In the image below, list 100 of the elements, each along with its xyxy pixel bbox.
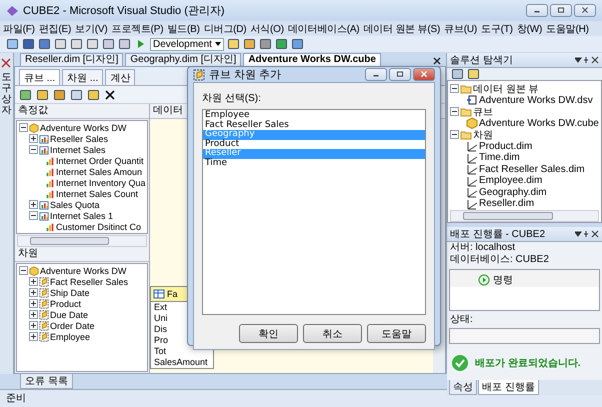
menu-item[interactable]: 도움말(H) — [546, 22, 589, 36]
tree-item[interactable]: 데이터 원본 뷰 — [473, 82, 539, 96]
document-tab[interactable]: Geography.dim [디자인] — [125, 53, 242, 66]
designer-tab[interactable]: 큐브 ... — [19, 69, 60, 85]
dialog-title: 큐브 차원 추가 — [209, 68, 282, 82]
dialog-button[interactable]: 확인 — [239, 324, 298, 343]
table-column: Pro — [151, 335, 213, 346]
tree-item[interactable]: Sales Quota — [50, 200, 100, 210]
axis-icon — [466, 198, 478, 210]
tree-item[interactable]: Customer Dsitinct Co — [56, 222, 142, 232]
dimension-icon — [39, 310, 49, 320]
expand-icon[interactable] — [29, 299, 38, 308]
collapse-icon[interactable] — [450, 107, 459, 116]
list-item[interactable]: Product — [203, 140, 425, 149]
tree-item[interactable]: Adventure Works DW — [40, 122, 126, 132]
tree-item[interactable]: Internet Inventory Qua — [56, 178, 146, 188]
dialog-button[interactable]: 취소 — [303, 324, 362, 343]
menu-item[interactable]: 큐브(U) — [444, 22, 477, 36]
menu-item[interactable]: 데이터 원본 뷰(S) — [363, 22, 440, 36]
menu-item[interactable]: 서식(O) — [250, 22, 284, 36]
app-logo-icon — [6, 4, 19, 16]
tree-item[interactable]: Due Date — [50, 310, 88, 320]
collapse-icon[interactable] — [450, 130, 459, 140]
expand-icon[interactable] — [29, 200, 38, 209]
tree-item[interactable]: Internet Sales 1 — [50, 210, 114, 220]
status-label: 상태: — [449, 314, 474, 326]
panel-tab[interactable]: 속성 — [449, 380, 477, 394]
tree-item[interactable]: Fact Reseller Sales — [50, 276, 128, 286]
tree-item[interactable]: Internet Sales Count — [56, 188, 138, 198]
dimensions-header: 차원 — [15, 247, 149, 262]
collapse-icon[interactable] — [19, 266, 28, 275]
designer-tab[interactable]: 계산 — [105, 69, 136, 85]
collapse-icon[interactable] — [29, 211, 38, 220]
configuration-dropdown[interactable]: Development — [150, 38, 224, 50]
maximize-button[interactable] — [389, 68, 411, 81]
tree-item[interactable]: Adventure Works DW.dsv — [479, 94, 593, 106]
collapse-icon[interactable] — [450, 84, 459, 94]
dialog-button[interactable]: 도움말 — [367, 324, 426, 343]
tree-item[interactable]: Adventure Works DW — [40, 266, 126, 276]
database-label: 데이터베이스: CUBE2 — [449, 254, 550, 266]
minimize-button[interactable] — [526, 4, 548, 17]
table-column: SalesAmount — [151, 357, 213, 368]
tree-item[interactable]: Reseller Sales — [50, 134, 108, 144]
list-item[interactable]: Time — [203, 158, 425, 168]
toolbox-tab[interactable]: 도구상자 — [2, 72, 12, 116]
menu-item[interactable]: 편집(E) — [38, 22, 72, 36]
menu-item[interactable]: 빌드(B) — [167, 22, 200, 36]
tree-item[interactable]: Internet Sales — [50, 144, 106, 154]
axis-icon — [466, 163, 478, 176]
list-item[interactable]: Fact Reseller Sales — [203, 120, 425, 130]
tree-item[interactable]: Internet Sales Amoun — [56, 166, 142, 176]
tree-item[interactable]: Reseller.dim — [479, 198, 534, 210]
bar-chart-icon — [45, 178, 55, 188]
list-item[interactable]: Employee — [203, 111, 425, 120]
axis-icon — [466, 152, 478, 164]
expand-icon[interactable] — [29, 310, 38, 319]
menu-item[interactable]: 보기(V) — [75, 22, 108, 36]
tree-item[interactable]: Product.dim — [479, 140, 532, 152]
menu-item[interactable]: 데이터베이스(A) — [288, 22, 360, 36]
minimize-button[interactable] — [365, 68, 387, 81]
pin-icon[interactable] — [575, 56, 599, 64]
scrollbar[interactable] — [17, 235, 147, 247]
error-list-tab[interactable]: 오류 목록 — [20, 374, 73, 389]
tree-item[interactable]: Geography.dim — [479, 186, 547, 198]
tree-item[interactable]: Fact Reseller Sales.dim — [479, 164, 585, 175]
tree-item[interactable]: 큐브 — [473, 104, 493, 119]
menu-item[interactable]: 창(W) — [516, 22, 542, 36]
tree-item[interactable]: Internet Order Quantit — [56, 156, 144, 166]
tree-item[interactable]: Adventure Works DW.cube — [479, 118, 599, 129]
pin-icon[interactable] — [575, 230, 599, 238]
panel-tab[interactable]: 배포 진행률 — [478, 380, 539, 394]
tree-item[interactable]: Order Date — [50, 320, 95, 330]
menu-item[interactable]: 디버그(D) — [204, 22, 246, 36]
designer-tab[interactable]: 차원 ... — [62, 69, 104, 85]
menu-item[interactable]: 도구(T) — [481, 22, 513, 36]
maximize-button[interactable] — [550, 4, 572, 17]
tree-item[interactable]: Ship Date — [50, 288, 90, 298]
document-tab[interactable]: Adventure Works DW.cube — [243, 53, 381, 66]
close-button[interactable] — [574, 4, 596, 17]
menu-item[interactable]: 프로젝트(P) — [111, 22, 164, 36]
collapse-icon[interactable] — [29, 145, 38, 154]
expand-icon[interactable] — [29, 277, 38, 286]
tree-item[interactable]: Product — [50, 298, 82, 308]
tree-item[interactable]: 차원 — [473, 128, 493, 142]
expand-icon[interactable] — [29, 321, 38, 330]
menu-item[interactable]: 파일(F) — [3, 22, 35, 36]
tree-item[interactable]: Time.dim — [479, 152, 520, 164]
scrollbar[interactable] — [450, 210, 599, 222]
expand-icon[interactable] — [29, 134, 38, 143]
expand-icon[interactable] — [29, 288, 38, 297]
tree-item[interactable]: Employee — [50, 332, 90, 342]
tree-item[interactable]: Employee.dim — [479, 175, 542, 186]
bar-chart-icon — [45, 166, 55, 176]
expand-icon[interactable] — [29, 332, 38, 341]
close-button[interactable] — [413, 68, 435, 81]
server-label: 서버: localhost — [449, 242, 516, 254]
dimension-icon — [39, 298, 49, 308]
document-tab[interactable]: Reseller.dim [디자인] — [20, 53, 124, 66]
collapse-icon[interactable] — [19, 123, 28, 132]
delete-icon[interactable] — [104, 88, 117, 100]
